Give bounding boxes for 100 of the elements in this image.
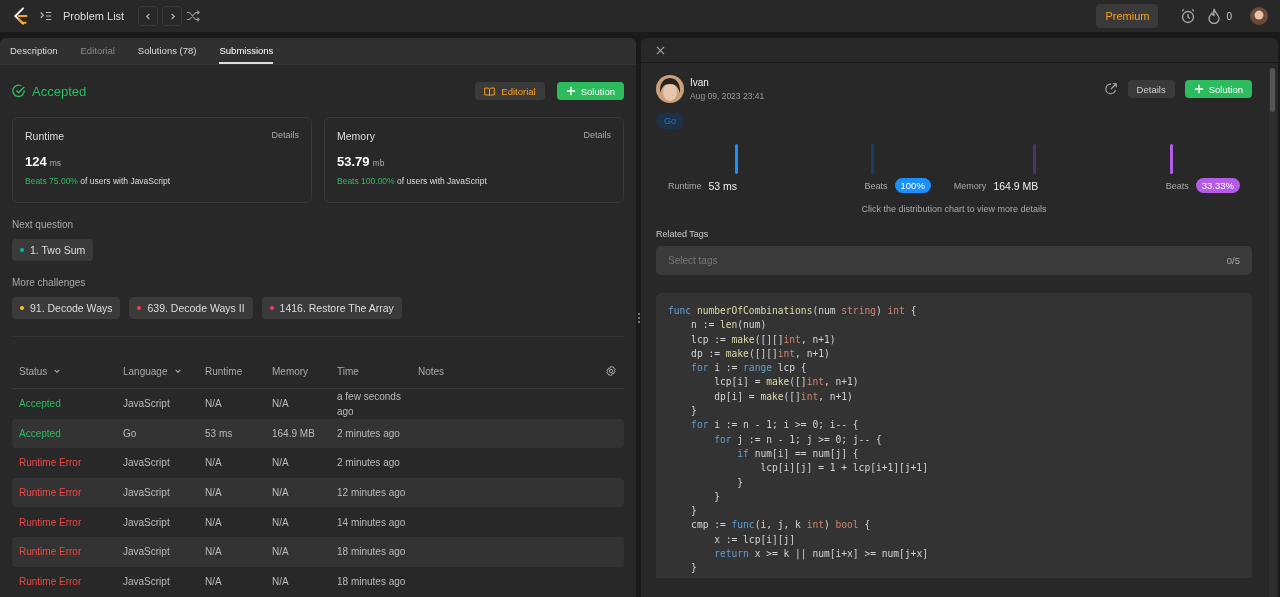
- beats-caption: of users with JavaScript: [80, 176, 171, 186]
- list-icon[interactable]: [39, 9, 53, 23]
- table-cell-text: 53 ms: [205, 427, 234, 439]
- table-cell-text: N/A: [205, 457, 223, 469]
- caret-icon: [173, 367, 182, 375]
- stat-label: Memory: [337, 130, 375, 142]
- problem-chip[interactable]: 91. Decode Ways: [12, 297, 121, 319]
- column-header[interactable]: Status: [19, 365, 123, 377]
- table-cell-text: 2 minutes ago: [337, 426, 401, 441]
- code-line: lcp[i][j] = 1 + lcp[i+1][j+1]: [759, 461, 929, 476]
- user-name: Ivan: [690, 77, 710, 88]
- table-cell-text: 12 minutes ago: [337, 486, 407, 501]
- close-icon[interactable]: [656, 45, 665, 55]
- code-line: dp[i] = make([]int, n+1): [713, 389, 854, 404]
- problem-title: 91. Decode Ways: [30, 302, 113, 314]
- book-icon: [484, 85, 496, 97]
- logo-icon[interactable]: [12, 6, 29, 26]
- metric-label: Beats: [864, 180, 888, 191]
- editorial-button[interactable]: Editorial: [475, 82, 545, 100]
- settings-icon[interactable]: [605, 365, 617, 377]
- shuffle-icon[interactable]: [186, 9, 201, 23]
- next-button[interactable]: [162, 6, 183, 26]
- table-cell-text: 14 minutes ago: [337, 515, 407, 530]
- tags-select-field[interactable]: Select tags 0/5: [656, 246, 1252, 275]
- code-line: for i := range lcp {: [690, 361, 808, 376]
- table-cell-text: N/A: [272, 398, 290, 410]
- code-line: }: [690, 561, 698, 576]
- code-line: x := lcp[i][j]: [713, 532, 797, 547]
- column-header[interactable]: Language: [123, 365, 205, 377]
- details-link[interactable]: Details: [271, 130, 299, 142]
- tab[interactable]: Solutions (78): [137, 38, 197, 64]
- table-cell-text: 164.9 MB: [272, 427, 316, 439]
- code-line: return x >= k || num[i+x] >= num[j+x]: [713, 547, 929, 562]
- language-tag: Go: [656, 113, 684, 129]
- problem-list-link[interactable]: Problem List: [63, 10, 125, 22]
- problem-chip[interactable]: 639. Decode Ways II: [129, 297, 253, 319]
- user-avatar: [656, 75, 684, 103]
- table-cell-text: N/A: [272, 457, 290, 469]
- section-heading: More challenges: [12, 277, 87, 288]
- status-cell[interactable]: Runtime Error: [19, 575, 123, 587]
- problem-title: 1416. Restore The Array: [279, 302, 394, 314]
- scrollbar-thumb[interactable]: [1270, 68, 1275, 112]
- metric-value: 164.9 MB: [993, 179, 1039, 192]
- status-cell[interactable]: Runtime Error: [19, 546, 123, 558]
- status-cell[interactable]: Accepted: [19, 427, 123, 439]
- tab[interactable]: Description: [10, 38, 58, 64]
- table-row[interactable]: Accepted Go 53 ms 164.9 MB 2 minutes ago: [12, 418, 624, 449]
- table-cell-text: JavaScript: [123, 457, 171, 469]
- chevron-left-icon: [143, 11, 153, 21]
- avatar-icon[interactable]: [1250, 7, 1268, 25]
- column-header: Notes: [418, 365, 446, 377]
- table-cell-text: N/A: [205, 487, 223, 499]
- stat-unit: ms: [49, 158, 62, 168]
- plus-icon: [565, 86, 576, 96]
- tab[interactable]: Submissions: [219, 38, 274, 64]
- beats-percent: Beats 100.00%: [337, 176, 395, 186]
- code-line: }: [690, 404, 698, 419]
- metric-label: Memory: [953, 180, 987, 191]
- table-cell-text: N/A: [272, 575, 290, 587]
- share-icon[interactable]: [1103, 82, 1118, 96]
- stat-unit: mb: [372, 158, 385, 168]
- problem-title: 639. Decode Ways II: [147, 302, 245, 314]
- caret-icon: [53, 367, 62, 375]
- code-line: lcp := make([][]int, n+1): [690, 332, 837, 347]
- status-cell[interactable]: Runtime Error: [19, 457, 123, 469]
- submission-date: Aug 09, 2023 23:41: [690, 91, 765, 101]
- beats-badge: 33.33%: [1195, 178, 1240, 193]
- problem-chip[interactable]: 1416. Restore The Array: [261, 297, 402, 319]
- code-line: for i := n - 1; i >= 0; i-- {: [690, 418, 860, 433]
- code-line: for j := n - 1; j >= 0; j-- {: [713, 432, 883, 447]
- table-cell-text: JavaScript: [123, 546, 171, 558]
- stat-label: Runtime: [25, 130, 65, 142]
- resize-handle[interactable]: [637, 312, 640, 323]
- code-line: if num[i] == num[j] {: [736, 446, 860, 461]
- problem-chip[interactable]: 1. Two Sum: [12, 239, 94, 261]
- table-cell-text: 2 minutes ago: [337, 456, 401, 471]
- details-link[interactable]: Details: [583, 130, 611, 142]
- table-row[interactable]: Runtime Error JavaScript N/A N/A 18 minutes ago: [12, 536, 624, 567]
- table-cell-text: JavaScript: [123, 575, 171, 587]
- code-line: }: [713, 489, 721, 504]
- premium-button[interactable]: Premium: [1096, 4, 1159, 28]
- table-cell-text: N/A: [205, 575, 223, 587]
- table-row[interactable]: Runtime Error JavaScript N/A N/A 12 minutes ago: [12, 477, 624, 508]
- flame-icon[interactable]: [1206, 8, 1223, 24]
- details-button[interactable]: Details: [1127, 80, 1175, 98]
- alarm-clock-icon[interactable]: [1180, 8, 1197, 24]
- status-cell[interactable]: Runtime Error: [19, 487, 123, 499]
- beats-caption: of users with JavaScript: [397, 176, 487, 186]
- status-cell[interactable]: Runtime Error: [19, 516, 123, 528]
- table-cell-text: Go: [123, 427, 138, 439]
- beats-badge: 100%: [894, 178, 931, 193]
- code-line: }: [736, 475, 745, 490]
- table-cell-text: JavaScript: [123, 398, 171, 410]
- status-cell[interactable]: Accepted: [19, 398, 123, 410]
- previous-button[interactable]: [138, 6, 159, 26]
- code-line: lcp[i] = make([]int, n+1): [713, 375, 860, 390]
- code-line: }: [690, 504, 698, 519]
- beats-percent: Beats 75.00%: [25, 176, 78, 186]
- section-heading: Related Tags: [656, 229, 710, 239]
- table-cell-text: JavaScript: [123, 487, 171, 499]
